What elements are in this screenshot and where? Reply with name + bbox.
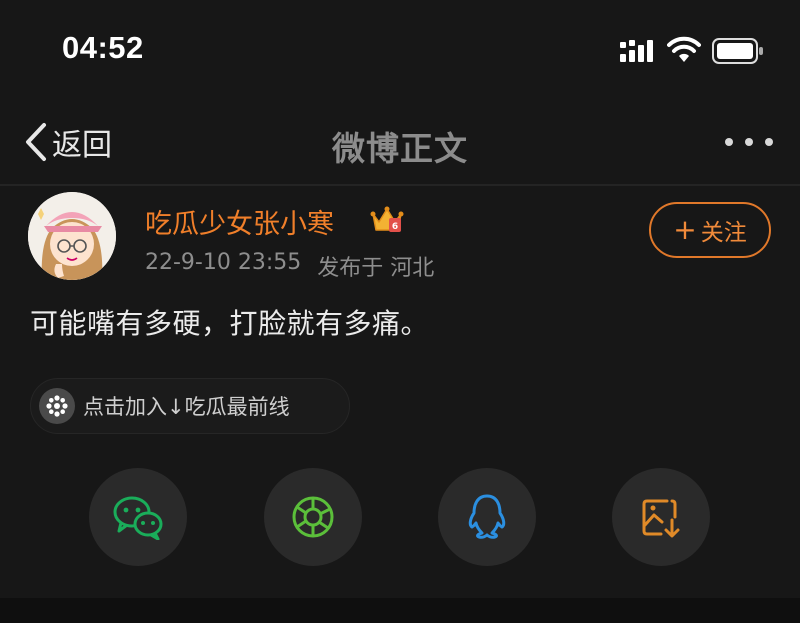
weibo-post-page: 04:52 返回 微博正文 吃瓜少女张小寒 6 22-9-10 23:55 发布… (0, 0, 800, 623)
share-moments-button[interactable] (264, 468, 362, 566)
navigation-bar: 返回 微博正文 (0, 100, 800, 184)
share-qq-button[interactable] (438, 468, 536, 566)
avatar-illustration (28, 192, 116, 280)
status-time: 04:52 (62, 30, 144, 65)
crown-badge-icon: 6 (370, 206, 404, 232)
status-bar: 04:52 (0, 0, 800, 100)
svg-text:6: 6 (392, 222, 398, 232)
flower-icon (39, 388, 75, 424)
topic-chip[interactable]: 点击加入↓吃瓜最前线 (30, 378, 350, 434)
signal-icon (620, 40, 653, 62)
follow-label: 关注 (700, 220, 747, 246)
post-source: 发布于 河北 (317, 256, 435, 281)
share-wechat-button[interactable] (89, 468, 187, 566)
moments-icon (292, 496, 334, 538)
battery-icon (712, 38, 763, 64)
nav-divider (0, 184, 800, 186)
share-save-image-button[interactable] (612, 468, 710, 566)
bottom-edge (0, 598, 800, 623)
post-date: 22-9-10 23:55 (145, 250, 302, 275)
more-options-icon[interactable] (722, 132, 776, 152)
plus-icon: + (673, 213, 697, 246)
page-title: 微博正文 (332, 129, 468, 168)
wechat-icon (113, 496, 163, 540)
topic-label: 点击加入↓吃瓜最前线 (83, 395, 290, 419)
post-text: 可能嘴有多硬，打脸就有多痛。 (30, 307, 430, 340)
save-image-icon (642, 499, 680, 538)
post-meta: 22-9-10 23:55 发布于 河北 (145, 250, 434, 282)
follow-button[interactable]: + 关注 (649, 202, 771, 258)
qq-icon (468, 494, 506, 539)
user-name[interactable]: 吃瓜少女张小寒 (145, 202, 334, 241)
avatar[interactable] (28, 192, 116, 280)
wifi-icon (667, 36, 701, 62)
